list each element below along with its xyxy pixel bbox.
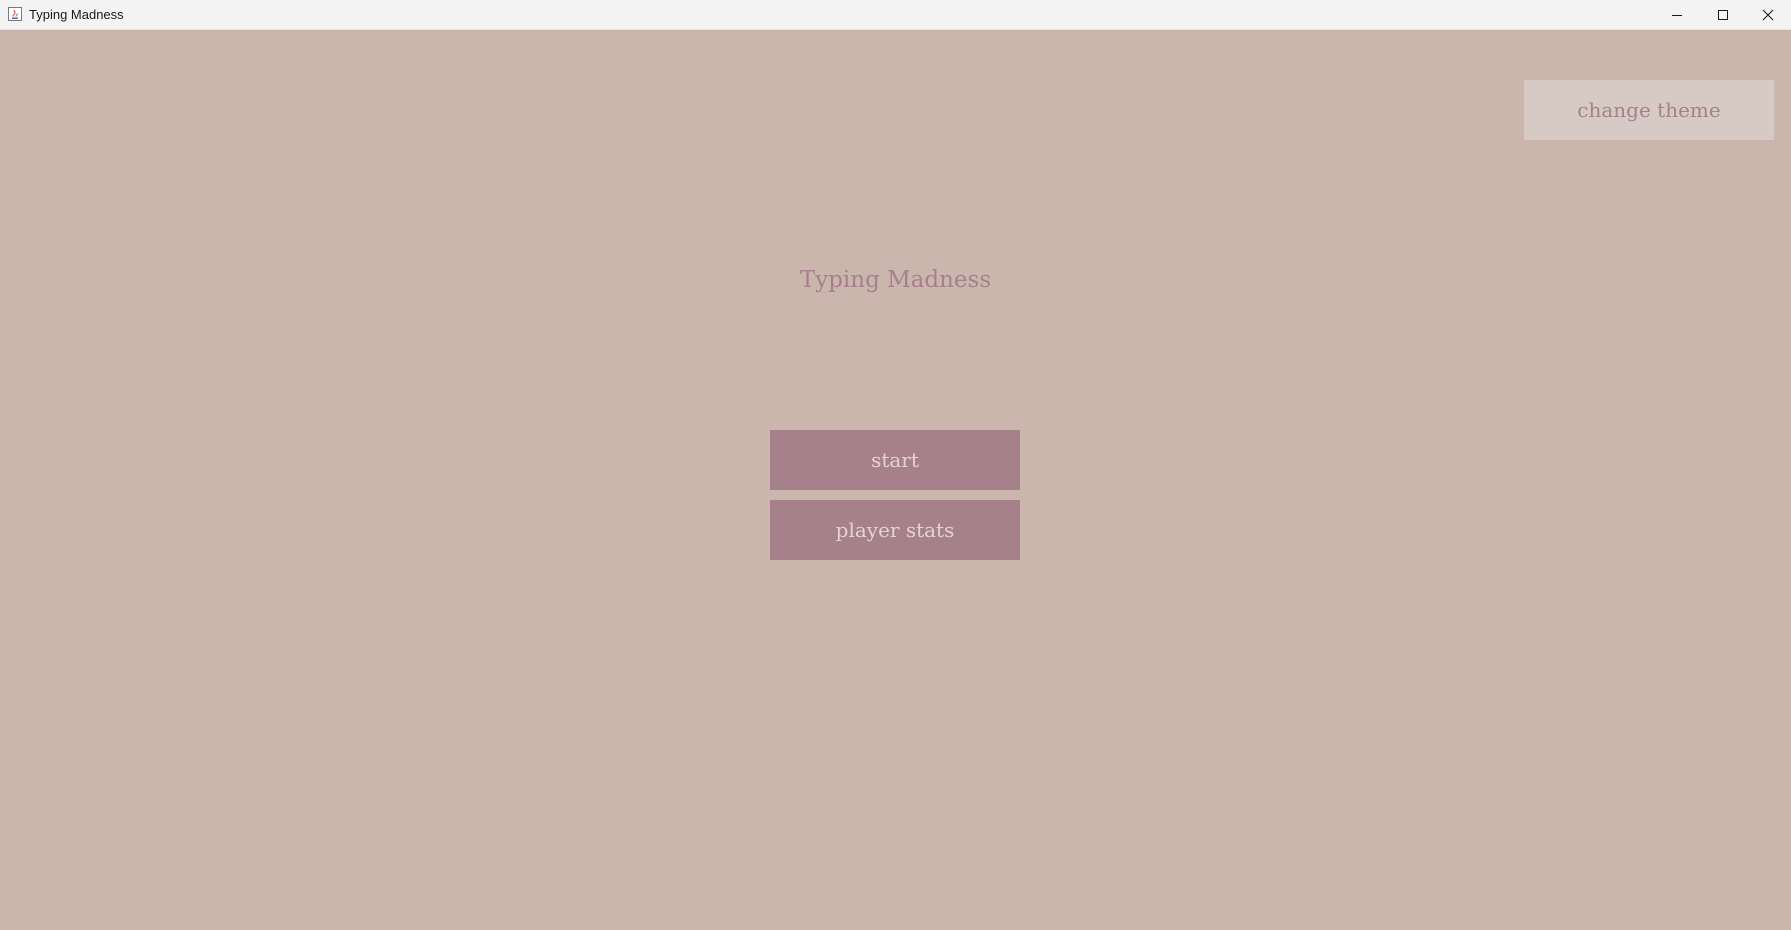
app-window: Typing Madness change theme Typing Madne…	[0, 0, 1791, 930]
window-title: Typing Madness	[29, 7, 124, 22]
maximize-button[interactable]	[1700, 0, 1746, 30]
maximize-icon	[1718, 10, 1728, 20]
page-title: Typing Madness	[799, 267, 992, 293]
java-app-icon	[8, 7, 22, 21]
minimize-icon	[1672, 15, 1682, 16]
title-bar: Typing Madness	[0, 0, 1791, 30]
change-theme-button[interactable]: change theme	[1524, 80, 1774, 140]
close-icon	[1762, 9, 1774, 21]
start-button[interactable]: start	[770, 430, 1020, 490]
player-stats-button[interactable]: player stats	[770, 500, 1020, 560]
main-panel: change theme Typing Madness start player…	[0, 30, 1791, 930]
close-button[interactable]	[1745, 0, 1791, 30]
minimize-button[interactable]	[1654, 0, 1700, 30]
